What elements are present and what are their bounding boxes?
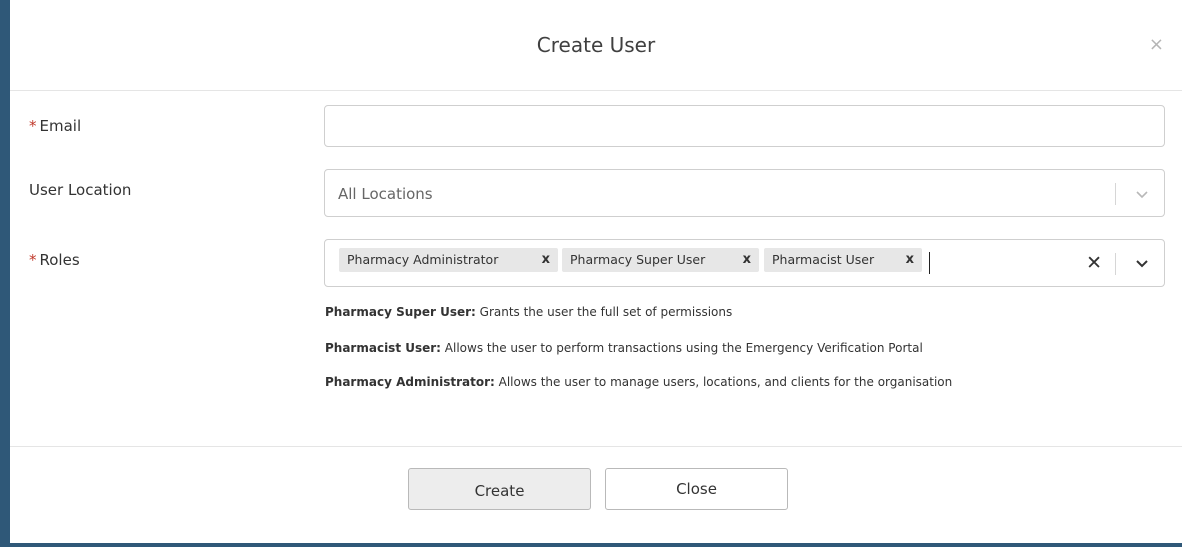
select-separator <box>1115 253 1116 275</box>
role-chip: Pharmacy Super User x <box>562 248 759 272</box>
role-chip-label: Pharmacy Administrator <box>347 252 499 267</box>
role-description: Pharmacy Administrator: Allows the user … <box>325 375 952 389</box>
chevron-down-icon[interactable] <box>1135 259 1149 269</box>
close-button[interactable]: Close <box>605 468 788 510</box>
chevron-down-icon[interactable] <box>1135 189 1149 199</box>
email-field[interactable] <box>324 105 1165 147</box>
role-description-name: Pharmacist User: <box>325 341 441 355</box>
role-description: Pharmacist User: Allows the user to perf… <box>325 341 923 355</box>
close-icon[interactable]: × <box>1149 36 1164 54</box>
dialog-title: Create User <box>536 33 656 57</box>
dialog-header: Create User × <box>10 0 1182 91</box>
role-description: Pharmacy Super User: Grants the user the… <box>325 305 732 319</box>
create-button[interactable]: Create <box>408 468 591 510</box>
text-caret <box>929 252 930 274</box>
email-label: * Email <box>29 117 81 135</box>
role-chip-label: Pharmacist User <box>772 252 875 267</box>
select-separator <box>1115 183 1116 205</box>
role-description-text: Grants the user the full set of permissi… <box>475 305 733 319</box>
role-description-name: Pharmacy Administrator: <box>325 375 495 389</box>
role-chip: Pharmacy Administrator x <box>339 248 558 272</box>
remove-chip-icon[interactable]: x <box>906 248 914 272</box>
required-mark: * <box>29 117 37 135</box>
user-location-label: User Location <box>29 181 132 199</box>
role-description-name: Pharmacy Super User: <box>325 305 476 319</box>
email-label-text: Email <box>39 117 82 135</box>
roles-multiselect[interactable]: Pharmacy Administrator x Pharmacy Super … <box>324 239 1165 287</box>
create-user-dialog: Create User × * Email User Location All L… <box>10 0 1182 545</box>
roles-label: * Roles <box>29 251 80 269</box>
role-chip: Pharmacist User x <box>764 248 922 272</box>
role-description-text: Allows the user to manage users, locatio… <box>494 375 953 389</box>
dialog-footer: Create Close <box>10 446 1182 543</box>
roles-label-text: Roles <box>39 251 80 269</box>
user-location-select[interactable]: All Locations <box>324 169 1165 217</box>
remove-chip-icon[interactable]: x <box>542 248 550 272</box>
clear-icon[interactable]: ✕ <box>1086 252 1102 274</box>
remove-chip-icon[interactable]: x <box>743 248 751 272</box>
required-mark: * <box>29 251 37 269</box>
role-description-text: Allows the user to perform transactions … <box>440 341 923 355</box>
role-chip-label: Pharmacy Super User <box>570 252 706 267</box>
user-location-value: All Locations <box>338 185 433 203</box>
